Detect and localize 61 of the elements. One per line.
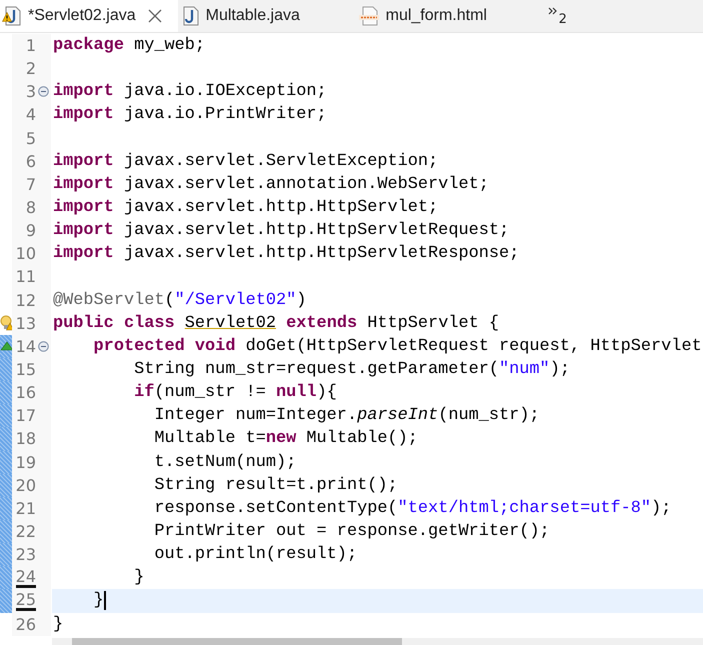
line-number: 12 bbox=[16, 290, 36, 310]
line-number: 18 bbox=[16, 429, 36, 448]
code-line: import javax.servlet.http.HttpServletRequest; bbox=[53, 221, 510, 240]
code-line: package my_web; bbox=[53, 36, 206, 56]
code-line: String num_str=request.getParameter("num"); bbox=[133, 360, 570, 380]
line-number: 8 bbox=[26, 198, 36, 218]
line-number: 1 bbox=[26, 36, 36, 56]
line-number: 11 bbox=[16, 267, 36, 286]
code-line: } bbox=[133, 568, 144, 588]
editor-tab[interactable]: *Servlet02.java bbox=[0, 0, 178, 32]
code-line: Multable t=new Multable(); bbox=[153, 429, 418, 448]
line-number: 5 bbox=[26, 128, 36, 148]
editor-tab[interactable]: Multable.java bbox=[178, 0, 354, 32]
code-line: if(num_str != null){ bbox=[133, 383, 337, 402]
collapse-icon[interactable] bbox=[38, 340, 49, 352]
line-number: 16 bbox=[16, 383, 36, 402]
code-line: out.println(result); bbox=[153, 545, 358, 564]
code-line: Integer num=Integer.parseInt(num_str); bbox=[153, 406, 540, 426]
line-number: 19 bbox=[16, 452, 36, 472]
line-number: 15 bbox=[16, 360, 36, 380]
horizontal-scrollbar[interactable] bbox=[52, 638, 703, 645]
code-line: import javax.servlet.annotation.WebServlet; bbox=[53, 174, 489, 194]
line-number: 9 bbox=[26, 221, 36, 240]
code-line: import javax.servlet.ServletException; bbox=[53, 152, 438, 171]
line-number: 24 bbox=[16, 568, 36, 588]
line-number: 6 bbox=[26, 152, 36, 171]
line-number: 17 bbox=[16, 406, 36, 426]
double-chevron-icon bbox=[548, 7, 558, 15]
line-number: 14 bbox=[16, 336, 36, 356]
code-line: @WebServlet("/Servlet02") bbox=[53, 290, 306, 310]
code-line: response.setContentType("text/html;charset=utf-8"); bbox=[153, 498, 672, 518]
text-cursor bbox=[104, 591, 106, 610]
editor-tab[interactable]: mul_form.html bbox=[354, 0, 540, 32]
code-line: import java.io.PrintWriter; bbox=[53, 105, 327, 124]
line-number: 22 bbox=[16, 522, 36, 542]
code-line: t.setNum(num); bbox=[153, 452, 296, 472]
code-line: import javax.servlet.http.HttpServletResponse; bbox=[53, 244, 520, 264]
code-line: import java.io.IOException; bbox=[53, 82, 327, 102]
code-line: import javax.servlet.http.HttpServlet; bbox=[53, 198, 438, 218]
java-file-icon bbox=[182, 6, 200, 26]
collapse-icon[interactable] bbox=[38, 86, 49, 98]
line-number: 13 bbox=[16, 314, 36, 333]
code-line: } bbox=[92, 591, 104, 610]
code-line: String result=t.print(); bbox=[153, 476, 398, 495]
line-number: 2 bbox=[26, 59, 36, 78]
close-icon[interactable] bbox=[148, 9, 162, 23]
line-number: 4 bbox=[26, 105, 36, 124]
line-number: 7 bbox=[26, 174, 36, 194]
line-number: 25 bbox=[16, 590, 36, 611]
code-line: public class Servlet02 extends HttpServlet { bbox=[53, 314, 500, 333]
code-line: } bbox=[53, 614, 64, 634]
line-number: 26 bbox=[16, 614, 36, 634]
line-number: 3 bbox=[26, 82, 36, 102]
code-line: PrintWriter out = response.getWriter(); bbox=[153, 522, 550, 542]
line-number: 23 bbox=[16, 545, 36, 564]
html-file-icon bbox=[358, 6, 380, 26]
line-number: 20 bbox=[16, 476, 36, 495]
line-number: 10 bbox=[16, 244, 36, 264]
line-number: 21 bbox=[16, 498, 36, 518]
code-line: protected void doGet(HttpServletRequest request, HttpServlet bbox=[92, 336, 702, 356]
tab-overflow-button[interactable]: 2 bbox=[540, 0, 575, 32]
